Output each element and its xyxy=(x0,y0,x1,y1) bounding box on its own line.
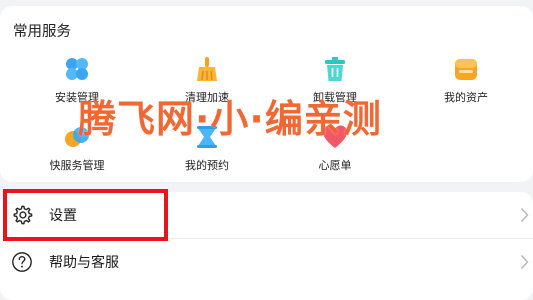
watermark-text: 腾飞网·小·编亲测 xyxy=(78,97,382,141)
help-row[interactable]: 帮助与客服 xyxy=(0,239,533,285)
chevron-right-icon xyxy=(520,254,529,270)
chevron-right-icon xyxy=(520,207,529,223)
help-icon xyxy=(12,252,32,272)
services-title: 常用服务 xyxy=(13,24,71,40)
service-label: 我的预约 xyxy=(185,159,229,172)
help-label: 帮助与客服 xyxy=(49,255,119,271)
highlight-annotation xyxy=(3,189,168,241)
service-label: 快服务管理 xyxy=(49,159,105,172)
install-manage-icon xyxy=(66,58,88,80)
service-label: 我的资产 xyxy=(444,91,488,104)
trash-icon xyxy=(325,57,345,81)
service-my-assets[interactable]: 我的资产 xyxy=(411,56,521,105)
wallet-icon xyxy=(455,59,477,80)
service-label: 心愿单 xyxy=(318,159,352,172)
broom-icon xyxy=(197,57,217,81)
